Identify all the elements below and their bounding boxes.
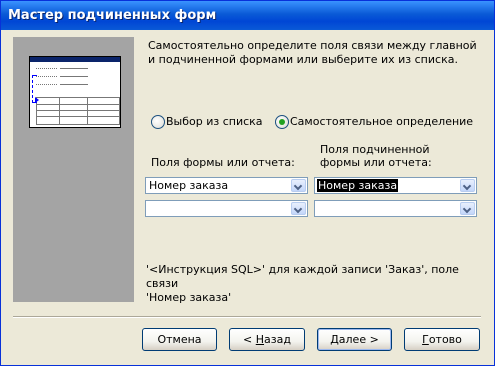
back-button[interactable]: < Назад — [229, 328, 305, 351]
main-field-combo-1[interactable]: Номер заказа — [145, 177, 308, 194]
dropdown-arrow-icon[interactable] — [460, 202, 475, 215]
thumbnail-line — [36, 84, 58, 85]
cancel-button[interactable]: Отмена — [142, 328, 217, 351]
finish-button-label: Готово — [422, 333, 462, 346]
form-thumbnail-image — [29, 56, 121, 128]
radio-button-selected[interactable] — [275, 115, 289, 129]
back-button-label: < Назад — [243, 333, 291, 346]
thumbnail-line — [60, 68, 88, 69]
link-summary-text: '<Инструкция SQL>' для каждой записи 'За… — [146, 263, 486, 305]
divider — [13, 316, 481, 318]
combo-value: Номер заказа — [149, 179, 229, 192]
sub-field-combo-1[interactable]: Номер заказа — [314, 177, 477, 194]
thumbnail-line — [36, 68, 58, 69]
thumbnail-subform-grid — [36, 97, 120, 125]
combo-value-selected: Номер заказа — [315, 178, 400, 193]
cancel-button-label: Отмена — [157, 333, 202, 346]
radio-selected-dot — [279, 119, 285, 125]
thumbnail-line — [36, 76, 58, 77]
window-title: Мастер подчиненных форм — [8, 8, 217, 23]
sub-field-combo-2[interactable] — [314, 200, 477, 217]
sub-fields-header-line2: формы или отчета: — [320, 156, 432, 169]
link-summary-line1: '<Инструкция SQL>' для каждой записи 'За… — [146, 263, 459, 290]
instructions-text: Самостоятельно определите поля связи меж… — [148, 39, 477, 66]
sub-fields-header-line1: Поля подчиненной — [320, 143, 430, 156]
next-button-label: Далее > — [330, 333, 379, 346]
dropdown-arrow-icon[interactable] — [460, 179, 475, 192]
link-summary-line2: 'Номер заказа' — [146, 291, 232, 304]
dropdown-arrow-icon[interactable] — [291, 202, 306, 215]
thumbnail-titlebar — [30, 57, 120, 62]
subform-wizard-window: Мастер подчиненных форм Самостоятельно о… — [0, 0, 495, 366]
main-field-combo-2[interactable] — [145, 200, 308, 217]
radio-label: Самостоятельное определение — [290, 115, 474, 128]
next-button[interactable]: Далее > — [317, 328, 392, 351]
finish-button[interactable]: Готово — [404, 328, 480, 351]
thumbnail-line — [60, 76, 88, 77]
link-arrow-icon — [35, 97, 39, 103]
thumbnail-line — [60, 84, 88, 85]
title-bar[interactable]: Мастер подчиненных форм — [1, 1, 494, 30]
preview-panel — [13, 37, 134, 302]
dropdown-arrow-icon[interactable] — [291, 179, 306, 192]
main-fields-header: Поля формы или отчета: — [151, 156, 295, 169]
radio-button[interactable] — [151, 115, 165, 129]
radio-label: Выбор из списка — [166, 115, 263, 128]
